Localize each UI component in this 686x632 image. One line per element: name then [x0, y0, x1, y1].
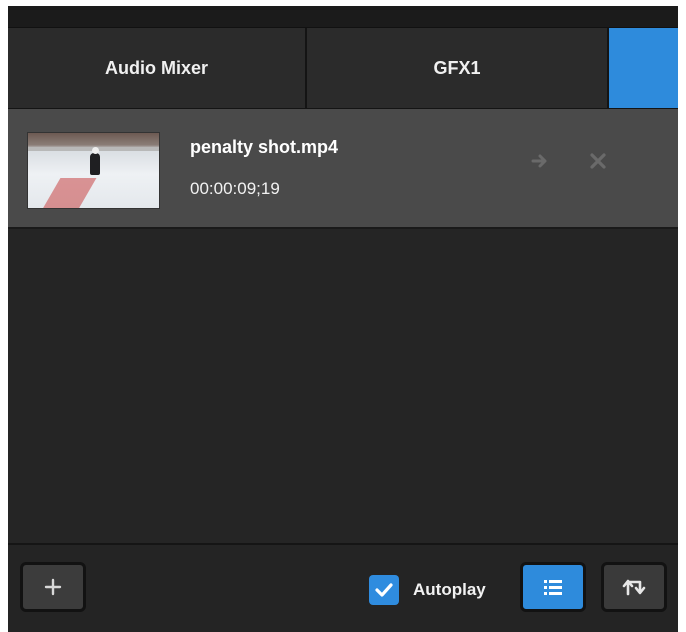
- arrow-right-icon[interactable]: [530, 151, 550, 175]
- playlist-button[interactable]: [520, 562, 586, 612]
- checkmark-icon: [375, 583, 393, 597]
- tab-audio-mixer[interactable]: Audio Mixer: [8, 28, 307, 108]
- loop-icon: [622, 579, 646, 596]
- media-title: penalty shot.mp4: [190, 137, 339, 157]
- bottom-toolbar: Autoplay: [8, 543, 678, 632]
- video-thumbnail: [27, 132, 160, 209]
- tab-gfx1[interactable]: GFX1: [307, 28, 609, 108]
- media-duration: 00:00:09;19: [190, 179, 280, 198]
- media-panel: Audio Mixer GFX1 penalty shot.mp4 00:00:…: [8, 6, 678, 632]
- playlist-icon: [544, 580, 562, 595]
- tab-active[interactable]: [609, 28, 678, 108]
- autoplay-checkbox[interactable]: [369, 575, 399, 605]
- list-item[interactable]: penalty shot.mp4 00:00:09;19: [8, 109, 678, 229]
- plus-icon: [44, 578, 62, 596]
- close-icon[interactable]: [588, 151, 608, 175]
- top-strip: [8, 6, 678, 28]
- media-list: penalty shot.mp4 00:00:09;19: [8, 109, 678, 543]
- tab-bar: Audio Mixer GFX1: [8, 28, 678, 109]
- autoplay-label: Autoplay: [413, 580, 486, 599]
- add-media-button[interactable]: [20, 562, 86, 612]
- loop-button[interactable]: [601, 562, 667, 612]
